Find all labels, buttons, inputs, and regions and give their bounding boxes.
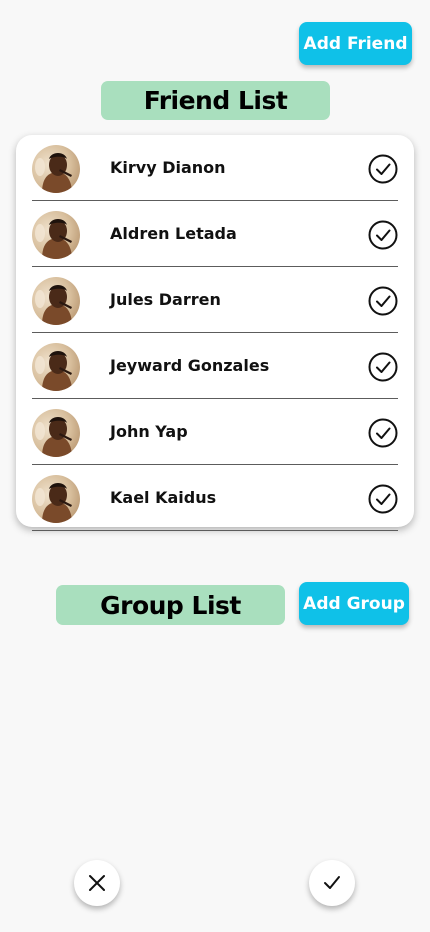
check-circle-icon[interactable] — [368, 286, 398, 316]
friend-name: John Yap — [110, 422, 188, 441]
row-divider — [32, 530, 398, 531]
friend-row[interactable]: Kirvy Dianon — [16, 135, 414, 201]
friend-list-card: Kirvy Dianon Aldren Letada Jules Darren Jey… — [16, 135, 414, 531]
add-group-button[interactable]: Add Group — [299, 582, 409, 625]
confirm-button[interactable] — [309, 860, 355, 906]
friend-row[interactable]: Kael Kaidus — [16, 465, 414, 531]
friend-row[interactable]: Aldren Letada — [16, 201, 414, 267]
check-circle-icon[interactable] — [368, 154, 398, 184]
check-icon — [324, 876, 340, 889]
check-circle-icon[interactable] — [368, 484, 398, 514]
cancel-button[interactable] — [74, 860, 120, 906]
friend-name: Jules Darren — [110, 290, 221, 309]
add-friend-button[interactable]: Add Friend — [299, 22, 412, 65]
friend-row[interactable]: John Yap — [16, 399, 414, 465]
avatar — [32, 475, 80, 523]
avatar — [32, 343, 80, 391]
avatar — [32, 145, 80, 193]
close-icon — [89, 875, 105, 891]
friend-list-title: Friend List — [101, 81, 330, 120]
group-list-title: Group List — [56, 585, 285, 625]
avatar — [32, 409, 80, 457]
avatar — [32, 211, 80, 259]
avatar — [32, 277, 80, 325]
friend-name: Kirvy Dianon — [110, 158, 226, 177]
friend-name: Aldren Letada — [110, 224, 237, 243]
friend-name: Kael Kaidus — [110, 488, 217, 507]
friend-row[interactable]: Jules Darren — [16, 267, 414, 333]
check-circle-icon[interactable] — [368, 418, 398, 448]
friend-name: Jeyward Gonzales — [110, 356, 270, 375]
check-circle-icon[interactable] — [368, 352, 398, 382]
friend-row[interactable]: Jeyward Gonzales — [16, 333, 414, 399]
check-circle-icon[interactable] — [368, 220, 398, 250]
